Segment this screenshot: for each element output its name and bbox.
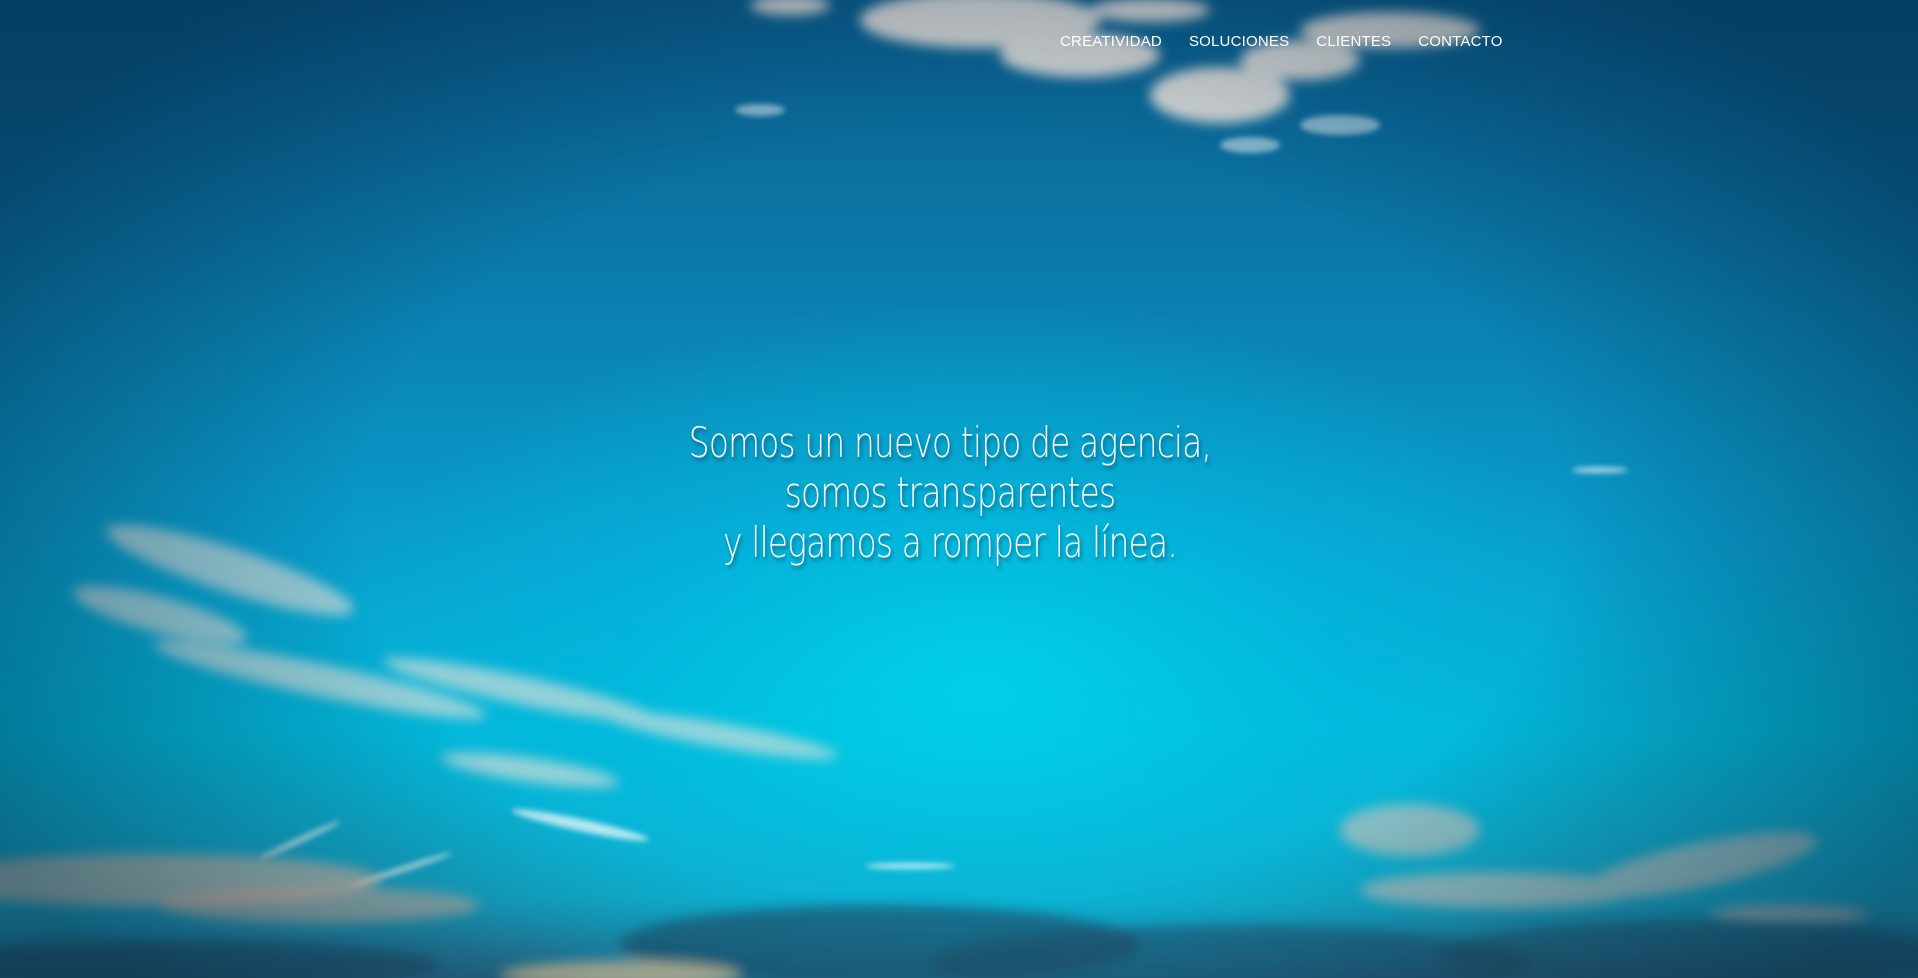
nav-item-creatividad[interactable]: CREATIVIDAD (1060, 33, 1162, 50)
hero-tagline-line-2: somos transparentes (784, 468, 1116, 517)
hero-tagline-line-3: y llegamos a romper la línea. (723, 518, 1178, 567)
nav-item-soluciones[interactable]: SOLUCIONES (1189, 33, 1289, 50)
main-nav: CREATIVIDAD SOLUCIONES CLIENTES CONTACTO (1060, 33, 1503, 50)
hero-tagline-line-1: Somos un nuevo tipo de agencia, (688, 418, 1212, 467)
nav-item-clientes[interactable]: CLIENTES (1316, 33, 1391, 50)
nav-item-contacto[interactable]: CONTACTO (1418, 33, 1502, 50)
hero-tagline: Somos un nuevo tipo de agencia, somos tr… (209, 418, 1691, 568)
